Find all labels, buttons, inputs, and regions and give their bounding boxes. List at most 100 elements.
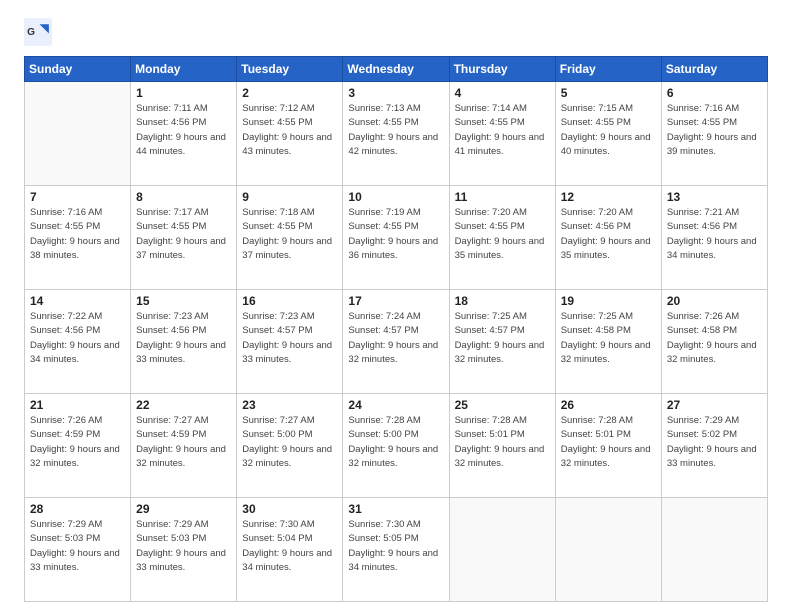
sun-info: Sunrise: 7:28 AM Sunset: 5:01 PM Dayligh…	[455, 414, 550, 471]
calendar-cell: 3 Sunrise: 7:13 AM Sunset: 4:55 PM Dayli…	[343, 82, 449, 186]
sun-info: Sunrise: 7:25 AM Sunset: 4:57 PM Dayligh…	[455, 310, 550, 367]
calendar-cell: 7 Sunrise: 7:16 AM Sunset: 4:55 PM Dayli…	[25, 186, 131, 290]
sun-info: Sunrise: 7:21 AM Sunset: 4:56 PM Dayligh…	[667, 206, 762, 263]
calendar-table: Sunday Monday Tuesday Wednesday Thursday…	[24, 56, 768, 602]
day-number: 7	[30, 190, 125, 204]
col-thursday: Thursday	[449, 57, 555, 82]
day-number: 31	[348, 502, 443, 516]
day-number: 2	[242, 86, 337, 100]
day-number: 3	[348, 86, 443, 100]
calendar-cell: 2 Sunrise: 7:12 AM Sunset: 4:55 PM Dayli…	[237, 82, 343, 186]
sun-info: Sunrise: 7:28 AM Sunset: 5:00 PM Dayligh…	[348, 414, 443, 471]
calendar-cell: 12 Sunrise: 7:20 AM Sunset: 4:56 PM Dayl…	[555, 186, 661, 290]
sun-info: Sunrise: 7:27 AM Sunset: 5:00 PM Dayligh…	[242, 414, 337, 471]
col-saturday: Saturday	[661, 57, 767, 82]
calendar-cell: 26 Sunrise: 7:28 AM Sunset: 5:01 PM Dayl…	[555, 394, 661, 498]
svg-text:G: G	[27, 27, 35, 38]
calendar-cell: 28 Sunrise: 7:29 AM Sunset: 5:03 PM Dayl…	[25, 498, 131, 602]
col-friday: Friday	[555, 57, 661, 82]
day-number: 17	[348, 294, 443, 308]
calendar-cell	[661, 498, 767, 602]
calendar-cell: 8 Sunrise: 7:17 AM Sunset: 4:55 PM Dayli…	[131, 186, 237, 290]
day-number: 29	[136, 502, 231, 516]
sun-info: Sunrise: 7:15 AM Sunset: 4:55 PM Dayligh…	[561, 102, 656, 159]
calendar-cell: 16 Sunrise: 7:23 AM Sunset: 4:57 PM Dayl…	[237, 290, 343, 394]
sun-info: Sunrise: 7:20 AM Sunset: 4:56 PM Dayligh…	[561, 206, 656, 263]
day-number: 14	[30, 294, 125, 308]
sun-info: Sunrise: 7:28 AM Sunset: 5:01 PM Dayligh…	[561, 414, 656, 471]
sun-info: Sunrise: 7:18 AM Sunset: 4:55 PM Dayligh…	[242, 206, 337, 263]
col-monday: Monday	[131, 57, 237, 82]
col-tuesday: Tuesday	[237, 57, 343, 82]
header: G	[24, 18, 768, 46]
day-number: 25	[455, 398, 550, 412]
sun-info: Sunrise: 7:11 AM Sunset: 4:56 PM Dayligh…	[136, 102, 231, 159]
calendar-cell: 22 Sunrise: 7:27 AM Sunset: 4:59 PM Dayl…	[131, 394, 237, 498]
calendar-cell: 11 Sunrise: 7:20 AM Sunset: 4:55 PM Dayl…	[449, 186, 555, 290]
day-number: 23	[242, 398, 337, 412]
sun-info: Sunrise: 7:23 AM Sunset: 4:57 PM Dayligh…	[242, 310, 337, 367]
calendar-cell: 10 Sunrise: 7:19 AM Sunset: 4:55 PM Dayl…	[343, 186, 449, 290]
calendar-cell: 19 Sunrise: 7:25 AM Sunset: 4:58 PM Dayl…	[555, 290, 661, 394]
calendar-cell: 24 Sunrise: 7:28 AM Sunset: 5:00 PM Dayl…	[343, 394, 449, 498]
day-number: 26	[561, 398, 656, 412]
day-number: 8	[136, 190, 231, 204]
sun-info: Sunrise: 7:16 AM Sunset: 4:55 PM Dayligh…	[30, 206, 125, 263]
sun-info: Sunrise: 7:16 AM Sunset: 4:55 PM Dayligh…	[667, 102, 762, 159]
sun-info: Sunrise: 7:29 AM Sunset: 5:03 PM Dayligh…	[30, 518, 125, 575]
day-number: 5	[561, 86, 656, 100]
day-number: 24	[348, 398, 443, 412]
col-sunday: Sunday	[25, 57, 131, 82]
calendar-cell: 27 Sunrise: 7:29 AM Sunset: 5:02 PM Dayl…	[661, 394, 767, 498]
calendar-header-row: Sunday Monday Tuesday Wednesday Thursday…	[25, 57, 768, 82]
calendar-cell: 31 Sunrise: 7:30 AM Sunset: 5:05 PM Dayl…	[343, 498, 449, 602]
calendar-cell: 23 Sunrise: 7:27 AM Sunset: 5:00 PM Dayl…	[237, 394, 343, 498]
sun-info: Sunrise: 7:23 AM Sunset: 4:56 PM Dayligh…	[136, 310, 231, 367]
sun-info: Sunrise: 7:26 AM Sunset: 4:58 PM Dayligh…	[667, 310, 762, 367]
sun-info: Sunrise: 7:24 AM Sunset: 4:57 PM Dayligh…	[348, 310, 443, 367]
calendar-week-row: 1 Sunrise: 7:11 AM Sunset: 4:56 PM Dayli…	[25, 82, 768, 186]
calendar-week-row: 21 Sunrise: 7:26 AM Sunset: 4:59 PM Dayl…	[25, 394, 768, 498]
day-number: 9	[242, 190, 337, 204]
sun-info: Sunrise: 7:20 AM Sunset: 4:55 PM Dayligh…	[455, 206, 550, 263]
day-number: 21	[30, 398, 125, 412]
day-number: 15	[136, 294, 231, 308]
sun-info: Sunrise: 7:25 AM Sunset: 4:58 PM Dayligh…	[561, 310, 656, 367]
day-number: 12	[561, 190, 656, 204]
day-number: 28	[30, 502, 125, 516]
calendar-cell: 21 Sunrise: 7:26 AM Sunset: 4:59 PM Dayl…	[25, 394, 131, 498]
day-number: 4	[455, 86, 550, 100]
day-number: 18	[455, 294, 550, 308]
day-number: 10	[348, 190, 443, 204]
sun-info: Sunrise: 7:27 AM Sunset: 4:59 PM Dayligh…	[136, 414, 231, 471]
calendar-cell: 29 Sunrise: 7:29 AM Sunset: 5:03 PM Dayl…	[131, 498, 237, 602]
calendar-cell: 1 Sunrise: 7:11 AM Sunset: 4:56 PM Dayli…	[131, 82, 237, 186]
day-number: 30	[242, 502, 337, 516]
sun-info: Sunrise: 7:19 AM Sunset: 4:55 PM Dayligh…	[348, 206, 443, 263]
calendar-cell: 9 Sunrise: 7:18 AM Sunset: 4:55 PM Dayli…	[237, 186, 343, 290]
sun-info: Sunrise: 7:26 AM Sunset: 4:59 PM Dayligh…	[30, 414, 125, 471]
calendar-cell: 5 Sunrise: 7:15 AM Sunset: 4:55 PM Dayli…	[555, 82, 661, 186]
sun-info: Sunrise: 7:29 AM Sunset: 5:03 PM Dayligh…	[136, 518, 231, 575]
calendar-cell: 6 Sunrise: 7:16 AM Sunset: 4:55 PM Dayli…	[661, 82, 767, 186]
day-number: 20	[667, 294, 762, 308]
col-wednesday: Wednesday	[343, 57, 449, 82]
calendar-cell: 18 Sunrise: 7:25 AM Sunset: 4:57 PM Dayl…	[449, 290, 555, 394]
day-number: 27	[667, 398, 762, 412]
calendar-cell: 25 Sunrise: 7:28 AM Sunset: 5:01 PM Dayl…	[449, 394, 555, 498]
calendar-cell: 20 Sunrise: 7:26 AM Sunset: 4:58 PM Dayl…	[661, 290, 767, 394]
sun-info: Sunrise: 7:12 AM Sunset: 4:55 PM Dayligh…	[242, 102, 337, 159]
sun-info: Sunrise: 7:22 AM Sunset: 4:56 PM Dayligh…	[30, 310, 125, 367]
page: G Sunday Monday Tuesday Wednesday Thursd…	[0, 0, 792, 612]
calendar-cell	[25, 82, 131, 186]
day-number: 1	[136, 86, 231, 100]
calendar-cell: 13 Sunrise: 7:21 AM Sunset: 4:56 PM Dayl…	[661, 186, 767, 290]
general-blue-icon: G	[24, 18, 52, 46]
day-number: 13	[667, 190, 762, 204]
logo: G	[24, 18, 56, 46]
calendar-cell: 14 Sunrise: 7:22 AM Sunset: 4:56 PM Dayl…	[25, 290, 131, 394]
calendar-week-row: 28 Sunrise: 7:29 AM Sunset: 5:03 PM Dayl…	[25, 498, 768, 602]
sun-info: Sunrise: 7:30 AM Sunset: 5:04 PM Dayligh…	[242, 518, 337, 575]
day-number: 16	[242, 294, 337, 308]
day-number: 6	[667, 86, 762, 100]
